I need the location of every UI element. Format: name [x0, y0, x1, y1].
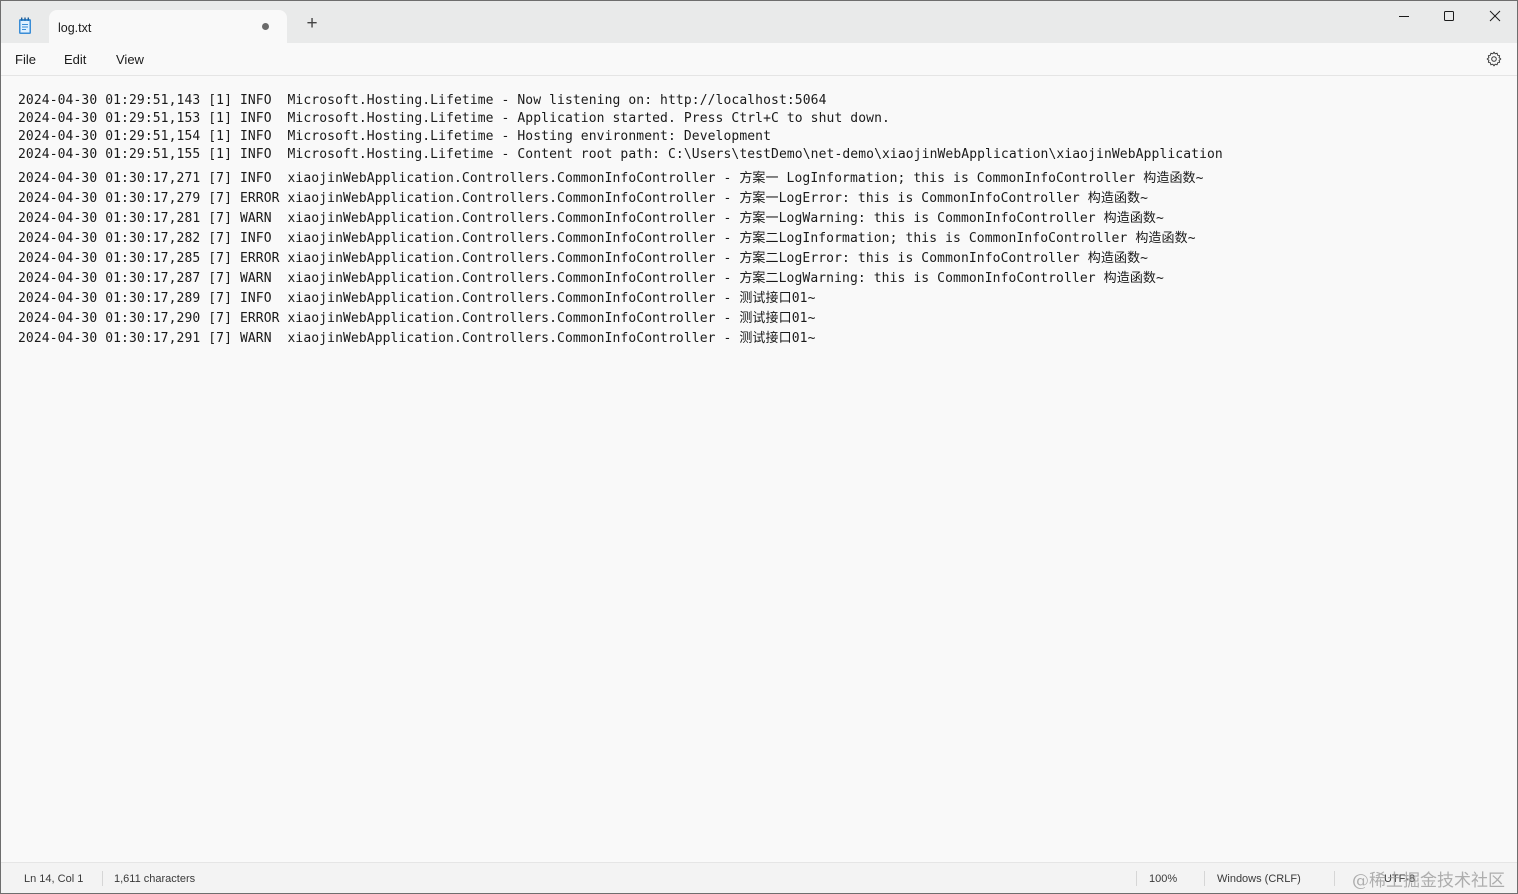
unsaved-dot-icon[interactable] [262, 23, 269, 30]
zoom-level[interactable]: 100% [1149, 873, 1177, 885]
menu-view[interactable]: View [116, 52, 144, 67]
new-tab-button[interactable]: + [301, 13, 323, 35]
text-editor[interactable]: 2024-04-30 01:29:51,143 [1] INFO Microso… [1, 76, 1517, 862]
cursor-position[interactable]: Ln 14, Col 1 [24, 873, 83, 885]
log-line: 2024-04-30 01:29:51,154 [1] INFO Microso… [18, 129, 772, 144]
log-line: 2024-04-30 01:29:51,155 [1] INFO Microso… [18, 147, 1223, 162]
menu-bar: File Edit View [1, 43, 1517, 76]
log-line: 2024-04-30 01:30:17,279 [7] ERROR xiaoji… [18, 191, 1149, 206]
title-bar[interactable]: log.txt + [1, 1, 1517, 43]
menu-edit[interactable]: Edit [64, 52, 86, 67]
log-line: 2024-04-30 01:30:17,285 [7] ERROR xiaoji… [18, 251, 1149, 266]
log-line: 2024-04-30 01:30:17,290 [7] ERROR xiaoji… [18, 311, 816, 326]
menu-file[interactable]: File [15, 52, 36, 67]
status-divider [102, 871, 103, 886]
status-divider [1334, 871, 1335, 886]
minimize-icon [1399, 16, 1409, 17]
notepad-icon [19, 17, 31, 34]
status-divider [1136, 871, 1137, 886]
close-icon [1489, 10, 1501, 22]
log-line: 2024-04-30 01:30:17,291 [7] WARN xiaojin… [18, 331, 816, 346]
watermark-text: @稀土掘金技术社区 [1352, 871, 1505, 891]
close-button[interactable] [1471, 1, 1517, 33]
log-line: 2024-04-30 01:30:17,289 [7] INFO xiaojin… [18, 291, 816, 306]
tab-log-txt[interactable]: log.txt [49, 10, 287, 43]
gear-icon[interactable] [1486, 51, 1502, 67]
log-line: 2024-04-30 01:30:17,282 [7] INFO xiaojin… [18, 231, 1196, 246]
log-line: 2024-04-30 01:30:17,281 [7] WARN xiaojin… [18, 211, 1164, 226]
status-bar: Ln 14, Col 1 1,611 characters 100% Windo… [1, 862, 1517, 893]
status-divider [1204, 871, 1205, 886]
log-line: 2024-04-30 01:29:51,153 [1] INFO Microso… [18, 111, 890, 126]
line-ending[interactable]: Windows (CRLF) [1217, 873, 1301, 885]
notepad-window: log.txt + File Edit View 2024-04-30 01:2… [0, 0, 1518, 894]
maximize-button[interactable] [1426, 1, 1472, 33]
character-count: 1,611 characters [114, 873, 196, 885]
tab-title: log.txt [58, 21, 92, 35]
maximize-icon [1444, 11, 1454, 21]
log-line: 2024-04-30 01:29:51,143 [1] INFO Microso… [18, 93, 827, 108]
log-line: 2024-04-30 01:30:17,287 [7] WARN xiaojin… [18, 271, 1164, 286]
minimize-button[interactable] [1381, 1, 1427, 33]
log-line: 2024-04-30 01:30:17,271 [7] INFO xiaojin… [18, 171, 1204, 186]
